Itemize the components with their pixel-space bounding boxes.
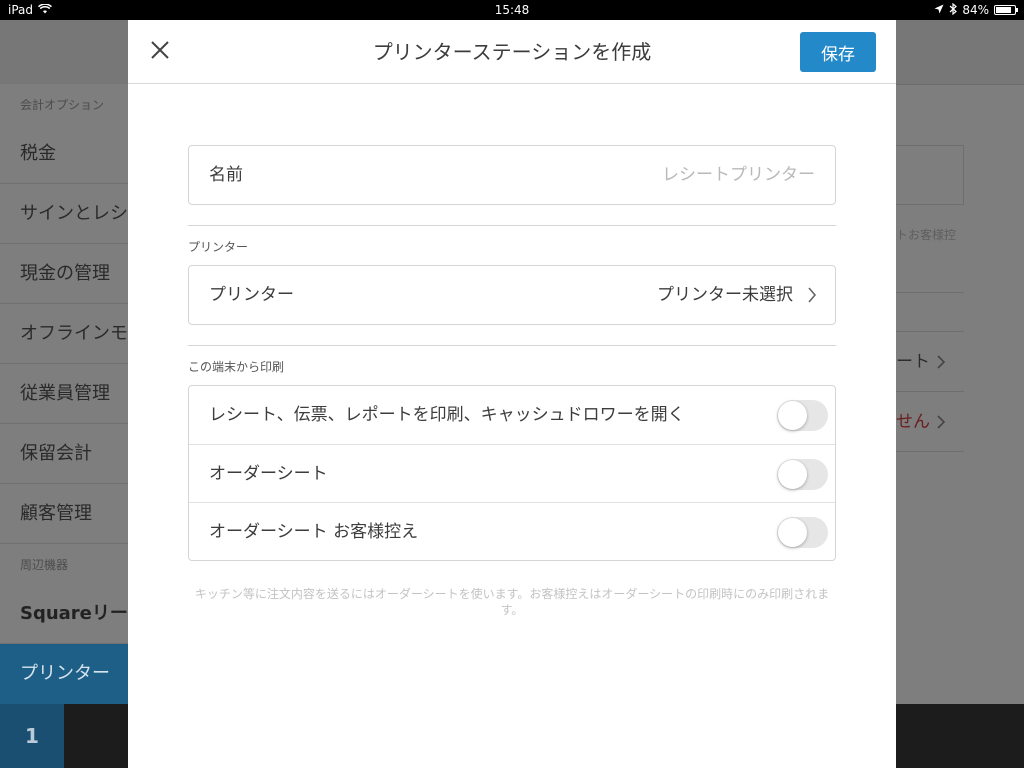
print-option-label: レシート、伝票、レポートを印刷、キャッシュドロワーを開く xyxy=(209,405,685,425)
print-options-footnote: キッチン等に注文内容を送るにはオーダーシートを使います。お客様控えはオーダーシー… xyxy=(194,587,830,617)
toggle-knob xyxy=(778,460,807,489)
name-field[interactable]: 名前 レシートプリンター xyxy=(188,145,836,205)
sidebar-item-open-tickets[interactable]: 保留会計 xyxy=(0,424,128,484)
chevron-right-icon xyxy=(936,392,946,452)
bottom-bar-badge[interactable]: 1 xyxy=(0,704,64,768)
modal-header: プリンターステーションを作成 保存 xyxy=(128,20,896,84)
sidebar-item-square-reader[interactable]: Squareリータ xyxy=(0,584,128,644)
status-bar: iPad 15:48 84% xyxy=(0,0,1024,20)
print-option-row: オーダーシート お客様控え xyxy=(189,502,835,560)
name-input-placeholder[interactable]: レシートプリンター xyxy=(662,146,815,204)
print-section-label: この端末から印刷 xyxy=(188,360,285,374)
toggle-knob xyxy=(778,518,807,547)
print-option-label: オーダーシート xyxy=(209,464,328,484)
save-button[interactable]: 保存 xyxy=(800,32,876,72)
chevron-right-icon xyxy=(807,286,817,308)
bluetooth-icon xyxy=(949,2,958,18)
sidebar-item-employee-management[interactable]: 従業員管理 xyxy=(0,364,128,424)
status-bar-left: iPad xyxy=(8,3,53,17)
background-input xyxy=(896,145,964,205)
chevron-right-icon xyxy=(936,332,946,392)
section-divider xyxy=(188,225,836,226)
battery-percent: 84% xyxy=(962,3,989,17)
order-ticket-customer-copy-toggle[interactable] xyxy=(777,517,828,548)
print-option-label: オーダーシート お客様控え xyxy=(209,522,419,542)
printer-selector[interactable]: プリンター プリンター未選択 xyxy=(188,265,836,325)
status-bar-right: 84% xyxy=(934,2,1018,18)
background-row[interactable]: ート xyxy=(896,332,964,392)
printer-value: プリンター未選択 xyxy=(657,285,793,305)
battery-icon xyxy=(994,5,1018,15)
sidebar-item-tax[interactable]: 税金 xyxy=(0,124,128,184)
sidebar-item-customer-management[interactable]: 顧客管理 xyxy=(0,484,128,544)
toggle-knob xyxy=(778,401,807,430)
background-row[interactable]: せん xyxy=(896,392,964,452)
printer-row[interactable]: プリンター プリンター未選択 xyxy=(189,266,835,324)
print-option-row: オーダーシート xyxy=(189,444,835,502)
background-sidebar: 会計オプション 税金 サインとレシ 現金の管理 オフラインモ 従業員管理 保留会… xyxy=(0,84,128,768)
background-bottom-bar-right xyxy=(896,704,1024,768)
sidebar-section-peripherals: 周辺機器 xyxy=(20,558,69,572)
wifi-icon xyxy=(38,3,53,17)
sidebar-section-checkout-options: 会計オプション xyxy=(20,98,105,112)
sidebar-item-printers[interactable]: プリンター xyxy=(0,644,128,704)
device-name: iPad xyxy=(8,3,34,17)
background-hint: トお客様控 xyxy=(896,228,957,242)
printer-section-label: プリンター xyxy=(188,240,249,254)
section-divider xyxy=(188,345,836,346)
background-right-panel: トお客様控 ート せん xyxy=(896,84,1024,704)
battery-fill xyxy=(996,7,1012,13)
sidebar-item-cash-management[interactable]: 現金の管理 xyxy=(0,244,128,304)
background-divider xyxy=(896,451,964,452)
receipt-toggle[interactable] xyxy=(777,400,828,431)
status-time: 15:48 xyxy=(494,3,530,17)
name-label: 名前 xyxy=(209,165,243,185)
printer-label: プリンター xyxy=(209,285,294,305)
order-ticket-toggle[interactable] xyxy=(777,459,828,490)
background-row-label: ート xyxy=(896,352,930,372)
create-printer-station-modal: プリンターステーションを作成 保存 名前 レシートプリンター プリンター プリン… xyxy=(128,20,896,768)
background-divider xyxy=(896,292,964,293)
background-row-label: せん xyxy=(896,412,930,432)
modal-title: プリンターステーションを作成 xyxy=(372,40,652,64)
sidebar-item-offline-mode[interactable]: オフラインモ xyxy=(0,304,128,364)
name-row[interactable]: 名前 レシートプリンター xyxy=(189,146,835,204)
location-icon xyxy=(934,3,944,17)
print-options-group: レシート、伝票、レポートを印刷、キャッシュドロワーを開く オーダーシート オーダ… xyxy=(188,385,836,561)
print-option-row: レシート、伝票、レポートを印刷、キャッシュドロワーを開く xyxy=(189,386,835,444)
sidebar-item-signature-receipt[interactable]: サインとレシ xyxy=(0,184,128,244)
background-bottom-bar: 1 xyxy=(0,704,128,768)
